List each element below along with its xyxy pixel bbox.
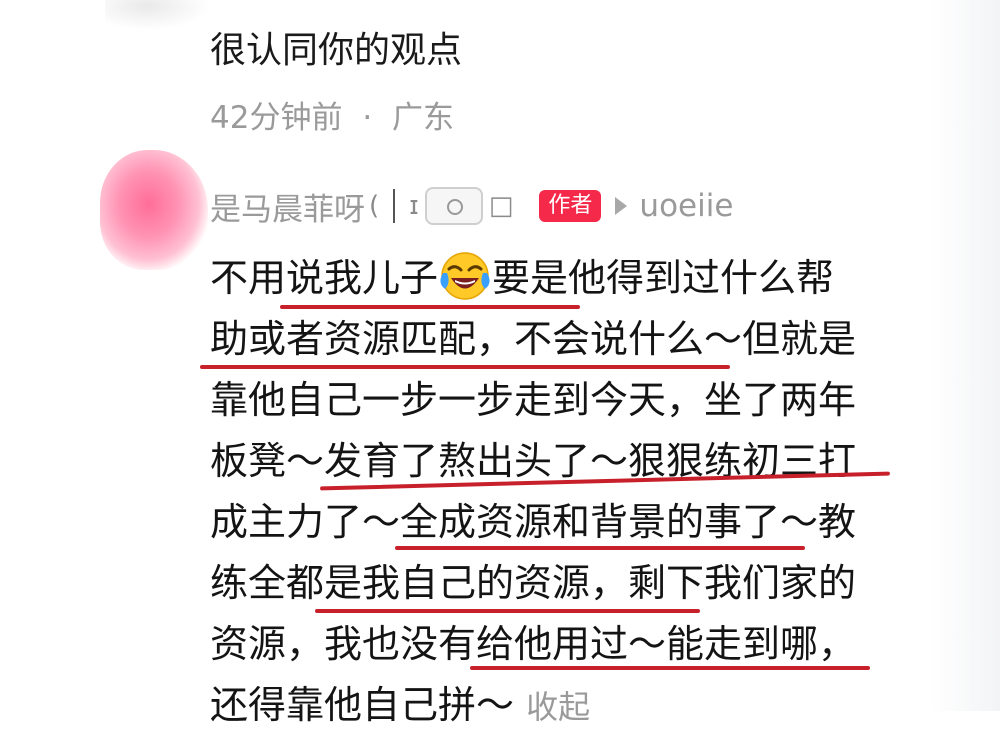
deco-box-icon: □ [488,191,514,221]
comment-line: 助或者资源匹配，不会说什么～但就是 [200,309,890,370]
author-badge: 作者 [539,190,602,222]
collapse-button[interactable]: 收起 [526,688,590,726]
author-row: 是马晨菲呀 ( ɪ □ 作者 uoeiie [210,183,733,229]
comment-line-text: 要是他得到过什么帮 [492,256,835,300]
highlight-underline [315,609,700,613]
reply-arrow-icon [615,197,628,215]
highlight-underline [395,546,805,550]
comment-location: 广东 [392,100,455,136]
comment-line: 练全都是我自己的资源，剩下我们家的 [210,553,890,614]
comment-time: 42分钟前 [210,100,343,136]
name-decoration: ( ɪ □ [369,187,513,225]
comment-line-text: 资源，我也没有给他用过～能走到哪， [210,622,857,666]
comment-line: 不用说我儿子 要是他得到过什么帮 [210,248,890,309]
deco-glyph-icon: ɪ [409,191,419,221]
comment-line-text: 靠他自己一步一步走到今天，坐了两年 [210,378,857,422]
deco-bar-icon [393,189,396,223]
previous-comment-text: 很认同你的观点 [210,30,463,71]
comment-line: 靠他自己一步一步走到今天，坐了两年 [210,370,890,431]
comment-line-text: 不用说我儿子 [210,256,439,300]
author-name[interactable]: 是马晨菲呀 [210,184,365,229]
comment-line-text: 助或者资源匹配，不会说什么～但就是 [210,317,857,361]
comment-line-text: 还得靠他自己拼～ [210,683,515,727]
highlight-underline [200,365,730,369]
highlight-underline [470,666,870,670]
edge-fade [930,0,1000,711]
deco-bracket-icon: ( [369,191,380,221]
previous-comment-meta: 42分钟前 · 广东 [210,98,454,138]
laughing-crying-emoji-icon [439,249,491,301]
comment-line: 资源，我也没有给他用过～能走到哪， [210,614,890,675]
comment-body[interactable]: 不用说我儿子 要是他得到过什么帮 助或者资源匹配，不会说什么～但就是 靠他自己一… [200,248,890,736]
eye-icon [424,187,483,225]
reply-to-user[interactable]: uoeiie [639,188,733,224]
comment-line-text: 练全都是我自己的资源，剩下我们家的 [210,561,857,605]
avatar[interactable] [100,150,208,270]
comment-line: 成主力了～全成资源和背景的事了～教 [210,492,890,553]
top-smudge [105,0,210,30]
meta-separator: · [362,100,373,136]
comment-line: 板凳～发育了熬出头了～狠狠练初三打 [210,431,890,492]
comment-line: 还得靠他自己拼～ 收起 [210,675,890,736]
comment-line-text: 成主力了～全成资源和背景的事了～教 [210,500,857,544]
